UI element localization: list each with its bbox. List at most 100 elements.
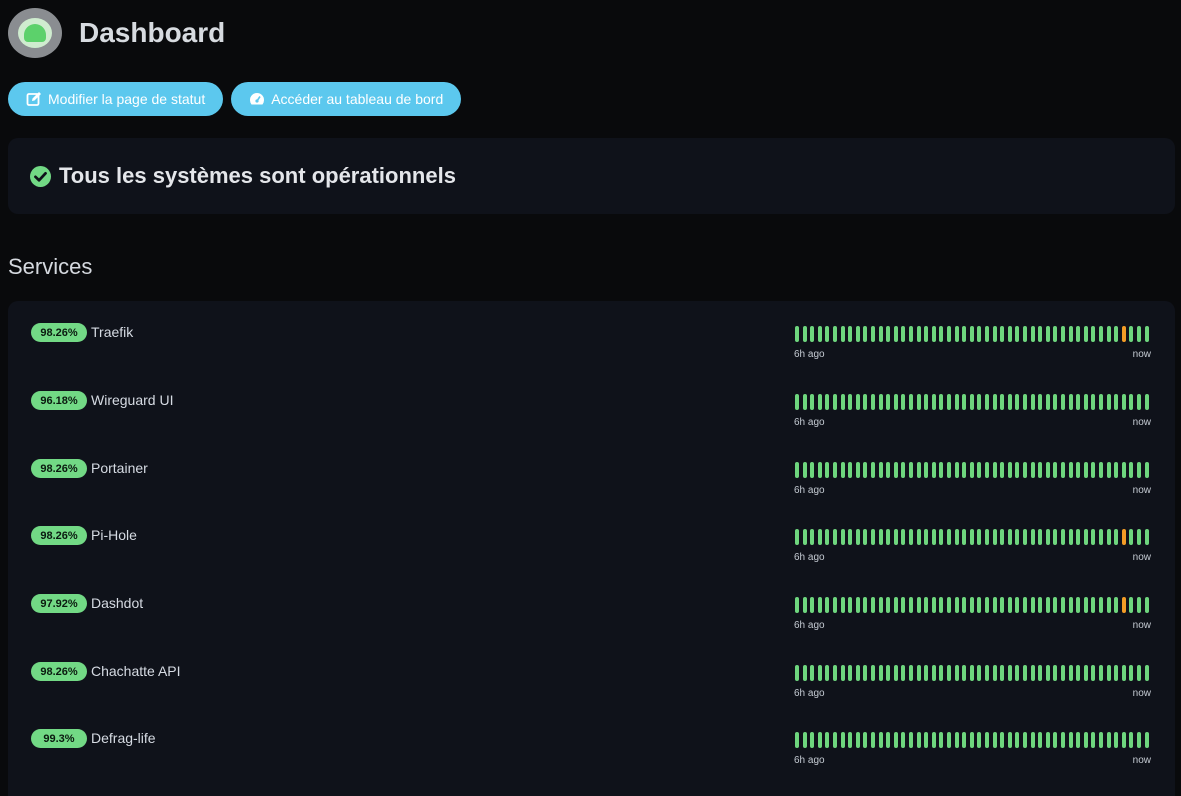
heartbeat-beat[interactable] [931,597,936,613]
heartbeat-beat[interactable] [969,462,974,478]
heartbeat-beat[interactable] [931,732,936,748]
heartbeat-beat[interactable] [886,665,891,681]
heartbeat-beat[interactable] [939,597,944,613]
service-row[interactable]: 98.26% Pi-Hole 6h ago now [8,504,1175,564]
heartbeat-beat[interactable] [825,394,830,410]
heartbeat-beat[interactable] [878,665,883,681]
heartbeat-beat[interactable] [1068,394,1073,410]
heartbeat-beat[interactable] [855,326,860,342]
heartbeat-beat[interactable] [1137,665,1141,681]
heartbeat-beat[interactable] [1091,529,1096,545]
heartbeat-beat[interactable] [909,394,913,410]
heartbeat-beat[interactable] [924,326,929,342]
heartbeat-beat[interactable] [1129,732,1134,748]
heartbeat-beat[interactable] [916,394,921,410]
heartbeat-beat[interactable] [1023,326,1027,342]
heartbeat-beat[interactable] [1144,732,1149,748]
heartbeat-beat[interactable] [825,462,830,478]
heartbeat-beat[interactable] [1038,462,1043,478]
heartbeat-beat[interactable] [1053,665,1058,681]
heartbeat-beat[interactable] [1099,529,1103,545]
heartbeat-beat[interactable] [909,326,913,342]
heartbeat-beat[interactable] [985,597,989,613]
heartbeat-beat[interactable] [1061,665,1065,681]
heartbeat-beat[interactable] [810,597,815,613]
heartbeat-beat[interactable] [916,665,921,681]
heartbeat-beat[interactable] [977,326,982,342]
heartbeat-beat[interactable] [962,529,967,545]
heartbeat-beat[interactable] [1038,665,1043,681]
heartbeat-beat[interactable] [969,326,974,342]
heartbeat-beat[interactable] [871,665,875,681]
heartbeat-beat[interactable] [871,462,875,478]
heartbeat-beat[interactable] [1023,597,1027,613]
heartbeat-beat[interactable] [977,529,982,545]
heartbeat-beat[interactable] [840,732,845,748]
heartbeat-beat[interactable] [1144,462,1149,478]
heartbeat-beat[interactable] [878,394,883,410]
heartbeat-beat[interactable] [1099,665,1103,681]
heartbeat-beat[interactable] [939,394,944,410]
heartbeat-beat[interactable] [1083,529,1088,545]
heartbeat-beat[interactable] [840,394,845,410]
heartbeat-beat[interactable] [1038,732,1043,748]
heartbeat-beat[interactable] [1053,732,1058,748]
heartbeat-beat[interactable] [1068,732,1073,748]
service-row[interactable]: 98.26% Chachatte API 6h ago now [8,640,1175,700]
service-row[interactable]: 98.26% Portainer 6h ago now [8,437,1175,497]
heartbeat-beat[interactable] [886,462,891,478]
heartbeat-beat[interactable] [863,462,868,478]
heartbeat-beat[interactable] [1144,665,1149,681]
heartbeat-beat[interactable] [985,394,989,410]
heartbeat-beat[interactable] [1091,732,1096,748]
heartbeat-beat[interactable] [1053,462,1058,478]
heartbeat-beat[interactable] [947,529,951,545]
heartbeat-beat[interactable] [833,732,837,748]
heartbeat-beat[interactable] [954,732,959,748]
heartbeat-beat[interactable] [954,326,959,342]
heartbeat-beat[interactable] [871,326,875,342]
heartbeat-beat[interactable] [924,529,929,545]
heartbeat-beat[interactable] [1007,394,1012,410]
heartbeat-beat[interactable] [893,529,898,545]
heartbeat-beat[interactable] [954,462,959,478]
heartbeat-beat[interactable] [1106,732,1111,748]
heartbeat-beat[interactable] [1106,665,1111,681]
heartbeat-beat[interactable] [1015,326,1020,342]
heartbeat-beat[interactable] [1076,462,1081,478]
heartbeat-beat[interactable] [817,665,822,681]
heartbeat-beat[interactable] [1068,665,1073,681]
heartbeat-beat[interactable] [1030,597,1035,613]
heartbeat-beat[interactable] [871,394,875,410]
heartbeat-beat[interactable] [901,732,906,748]
heartbeat-beat[interactable] [1121,665,1126,681]
heartbeat-beat[interactable] [1099,732,1103,748]
heartbeat-beat[interactable] [817,597,822,613]
heartbeat-beat[interactable] [1045,597,1050,613]
heartbeat-beat[interactable] [969,394,974,410]
heartbeat-beat[interactable] [855,529,860,545]
heartbeat-beat[interactable] [1061,394,1065,410]
heartbeat-beat[interactable] [939,529,944,545]
heartbeat-beat[interactable] [878,597,883,613]
heartbeat-beat[interactable] [795,597,799,613]
heartbeat-beat[interactable] [1045,462,1050,478]
heartbeat-beat[interactable] [878,462,883,478]
heartbeat-beat[interactable] [1083,326,1088,342]
heartbeat-beat[interactable] [871,529,875,545]
heartbeat-beat[interactable] [1030,326,1035,342]
service-name[interactable]: Traefik [91,323,133,342]
heartbeat-beat[interactable] [947,326,951,342]
heartbeat-beat[interactable] [855,665,860,681]
edit-status-page-button[interactable]: Modifier la page de statut [8,82,224,116]
heartbeat-beat[interactable] [1038,394,1043,410]
heartbeat-beat[interactable] [802,529,807,545]
heartbeat-beat[interactable] [1068,326,1073,342]
heartbeat-beat[interactable] [855,597,860,613]
heartbeat-beat[interactable] [1114,597,1119,613]
heartbeat-beat[interactable] [1023,462,1027,478]
heartbeat-beat[interactable] [1007,462,1012,478]
heartbeat-beat[interactable] [992,394,997,410]
heartbeat-beat[interactable] [840,462,845,478]
heartbeat-beat[interactable] [848,529,853,545]
